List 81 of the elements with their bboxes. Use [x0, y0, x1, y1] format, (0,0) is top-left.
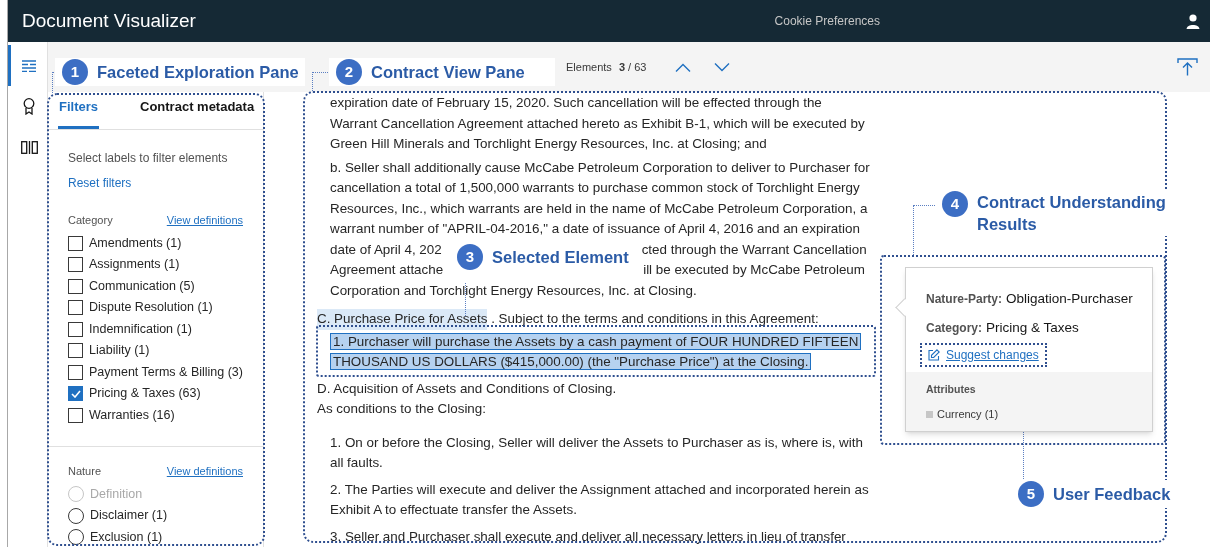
checkbox[interactable] — [68, 321, 83, 337]
option-label: Payment Terms & Billing (3) — [89, 363, 243, 381]
view-definitions-link[interactable]: View definitions — [166, 463, 243, 480]
option-label: Definition — [90, 485, 143, 503]
section-heading: C. Purchase Price for Assets — [317, 309, 488, 330]
group-label: Nature — [68, 464, 102, 479]
option-label: Communication (5) — [89, 277, 195, 295]
document-text: D. Acquisition of Assets and Conditions of Closing. — [317, 380, 617, 396]
group-label: Category — [68, 213, 113, 228]
element-counter: Elements 3 / 63 — [566, 59, 647, 75]
document-text: Exhibit A to effectuate transfer the Assets. — [330, 502, 577, 517]
field-label: Nature-Party: — [926, 291, 1003, 308]
option-label: Liability (1) — [89, 342, 150, 360]
view-definitions-link[interactable]: View definitions — [166, 212, 243, 229]
document-text: warrant number of "APRIL-04-2016," a date of issuance of April 4, 2016 and an expiration — [330, 221, 860, 236]
document-text: 3. Seller and Purchaser shall execute and deliver all necessary letters in lieu of transfer — [330, 528, 846, 544]
document-text: cancellation a total of 1,500,000 warrants to purchase common stock of Torchlight Energy — [330, 180, 860, 195]
document-text: b. Seller shall additionally cause McCabe Petroleum Corporation to deliver to Purchaser for — [330, 159, 870, 175]
chevron-down-icon[interactable] — [714, 62, 731, 72]
checkbox[interactable] — [68, 257, 83, 273]
document-text: Resources, Inc., which warrants are held in the name of McCabe Petroleum Corporation, a — [330, 200, 868, 216]
section-label: Attributes — [926, 382, 977, 397]
option-label: Exclusion (1) — [90, 528, 163, 546]
document-text: 2. The Parties will execute and deliver the Assignment attached and incorporated herein as — [330, 481, 869, 497]
callout-label: Faceted Exploration Pane — [97, 62, 299, 83]
checkbox[interactable] — [68, 278, 83, 294]
callout-label: User Feedback — [1053, 484, 1171, 505]
document-text: 1. Purchaser will purchase the Assets by a cash payment of FOUR HUNDRED FIFTEEN — [330, 332, 862, 350]
checkbox[interactable] — [68, 343, 83, 359]
number-badge: 5 — [1018, 481, 1044, 507]
option-label: Pricing & Taxes (63) — [89, 385, 201, 403]
option-label: Assignments (1) — [89, 256, 180, 274]
swatch-icon — [926, 410, 933, 418]
user-icon[interactable] — [1186, 13, 1200, 29]
field-value: Obligation-Purchaser — [1006, 290, 1133, 308]
option-label: Amendments (1) — [89, 234, 182, 252]
document-text: Agreement attache — [330, 261, 444, 279]
checkbox[interactable] — [68, 386, 83, 402]
option-label: Indemnification (1) — [89, 320, 192, 338]
hint-text: Select labels to filter elements — [68, 150, 229, 167]
option-label: Disclaimer (1) — [90, 507, 168, 525]
document-text: THOUSAND US DOLLARS ($415,000.00) (the "Purchase Price") at the Closing. — [330, 353, 812, 370]
document-text: date of April 4, 202 — [330, 240, 442, 259]
field-value: Pricing & Taxes — [986, 319, 1079, 338]
reset-filters-link[interactable]: Reset filters — [68, 174, 243, 192]
document-text: As conditions to the Closing: — [317, 401, 486, 416]
callout-label: Contract Understanding Results — [977, 192, 1167, 235]
document-text: cted through the Warrant Cancellation — [641, 240, 867, 259]
document-text: expiration date of February 15, 2020. Such cancellation will be effected through the — [330, 95, 822, 110]
document-text: Warrant Cancellation Agreement attached hereto as Exhibit B-1, which will be executed by — [330, 115, 865, 131]
number-badge: 1 — [62, 59, 88, 85]
field-label: Category: — [926, 320, 982, 338]
document-text: ill be executed by McCabe Petroleum — [643, 261, 865, 279]
filter-tab[interactable]: Filters — [58, 96, 99, 129]
ribbon-icon — [23, 98, 35, 115]
checkbox[interactable] — [68, 407, 83, 423]
cookie-link[interactable]: Cookie Preferences — [774, 12, 880, 30]
document-text: Green Hill Minerals and Torchlight Energy Resources, Inc. at Closing; and — [330, 136, 767, 151]
columns-icon — [20, 141, 38, 154]
checkbox[interactable] — [68, 235, 83, 251]
number-badge: 4 — [942, 191, 968, 217]
number-badge: 3 — [457, 244, 483, 270]
document-text: all faults. — [330, 455, 383, 470]
document-text: 1. On or before the Closing, Seller will deliver the Assets to Purchaser as is, where is, with — [330, 434, 863, 450]
callout-label: Contract View Pane — [371, 62, 525, 83]
edit-icon — [928, 348, 940, 361]
filter-tab[interactable]: Contract metadata — [139, 96, 256, 129]
number-badge: 2 — [336, 59, 362, 85]
upload-icon[interactable] — [1177, 58, 1198, 76]
attribute-label: Currency (1) — [937, 406, 999, 422]
chevron-up-icon[interactable] — [675, 62, 692, 72]
app-title: Document Visualizer — [21, 8, 196, 33]
list-icon — [22, 59, 36, 72]
option-label: Warranties (16) — [89, 406, 175, 424]
callout-label: Selected Element — [492, 247, 629, 268]
checkbox[interactable] — [68, 300, 83, 316]
document-text: . Subject to the terms and conditions in this Agreement: — [490, 310, 819, 328]
document-text: Corporation and Torchlight Energy Resources, Inc. at Closing. — [330, 282, 697, 298]
suggest-changes-link[interactable]: Suggest changes — [920, 342, 1047, 367]
checkbox[interactable] — [68, 364, 83, 380]
option-label: Dispute Resolution (1) — [89, 299, 213, 317]
